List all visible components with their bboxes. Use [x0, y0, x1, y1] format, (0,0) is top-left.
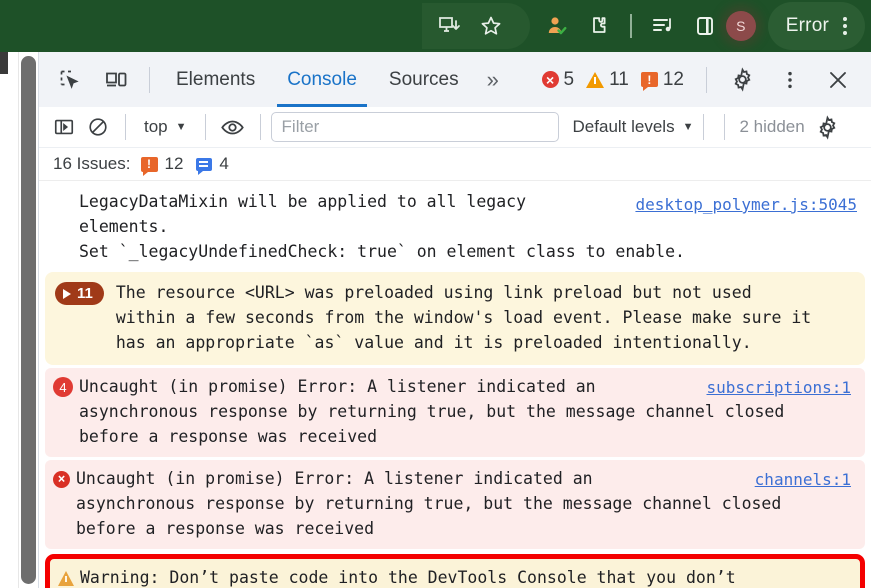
devtools-tabstrip-right: 5 11 12 — [541, 61, 871, 99]
message-line: asynchronous response by returning true,… — [76, 494, 782, 513]
inspect-element-icon[interactable] — [51, 61, 89, 99]
device-toolbar-icon[interactable] — [97, 61, 135, 99]
message-line: The resource <URL> was preloaded using l… — [115, 283, 752, 302]
group-expand-icon[interactable]: 11 — [55, 282, 104, 305]
devtools-more-options-icon[interactable] — [771, 61, 809, 99]
devtools-tabstrip: Elements Console Sources » 5 11 12 — [39, 52, 871, 107]
console-message-list[interactable]: LegacyDataMixin will be applied to all l… — [39, 181, 871, 588]
tab-console[interactable]: Console — [271, 52, 373, 107]
chevron-down-icon: ▼ — [175, 121, 187, 133]
message-line: Warning: Don’t paste code into the DevTo… — [80, 568, 736, 587]
warning-triangle-icon — [58, 571, 74, 586]
console-toolbar-divider-3 — [259, 114, 261, 140]
message-line: before a response was received — [76, 519, 375, 538]
issues-message-count: 4 — [219, 154, 229, 173]
tabstrip-right-divider — [706, 66, 707, 93]
browser-toolbar: S Error — [0, 0, 871, 52]
message-square-icon — [196, 157, 213, 175]
issues-issue-count: 12 — [164, 154, 184, 173]
avatar[interactable]: S — [725, 11, 756, 41]
page-left-edge — [0, 52, 19, 588]
group-badge-count: 11 — [77, 285, 93, 302]
issue-square-icon — [140, 156, 158, 176]
console-message-warning-group[interactable]: 11 The resource <URL> was preloaded usin… — [45, 272, 865, 365]
warning-count-chip[interactable]: 11 — [586, 69, 629, 91]
hidden-messages-label: 2 hidden — [739, 117, 805, 136]
tab-sources[interactable]: Sources — [373, 52, 475, 107]
message-line: within a few seconds from the window's l… — [115, 308, 812, 327]
execution-context-value: top — [144, 117, 168, 136]
console-toolbar: top ▼ Default levels ▼ 2 hidden — [39, 107, 871, 148]
message-line: Set `_legacyUndefinedCheck: true` on ele… — [79, 242, 685, 261]
console-toolbar-divider-2 — [204, 114, 206, 140]
extensions-puzzle-icon[interactable] — [578, 5, 620, 47]
console-settings-icon[interactable] — [811, 111, 845, 143]
warning-count: 11 — [609, 68, 629, 90]
repeat-count-badge: 4 — [53, 377, 73, 397]
issue-count: 12 — [662, 68, 684, 90]
message-line: before a response was received — [79, 427, 378, 446]
console-toolbar-divider-5 — [724, 114, 726, 140]
warning-triangle-icon — [586, 71, 605, 88]
log-levels-label: Default levels — [572, 117, 675, 136]
page-scrollbar[interactable] — [19, 52, 38, 588]
issue-count-chip[interactable]: 12 — [640, 68, 684, 91]
error-circle-icon — [53, 471, 70, 488]
console-message-text: Warning: Don’t paste code into the DevTo… — [74, 565, 850, 588]
tab-elements[interactable]: Elements — [160, 52, 271, 107]
screenshot-root: S Error Elements Console Sources » × 5 1… — [0, 0, 871, 588]
bookmark-star-icon[interactable] — [470, 5, 512, 47]
issue-square-icon — [640, 72, 658, 91]
execution-context-selector[interactable]: top ▼ — [136, 113, 195, 141]
error-count: 5 — [563, 68, 575, 90]
chevron-down-icon: ▼ — [682, 121, 694, 133]
devtools-tabs: Elements Console Sources » — [160, 52, 509, 107]
scrollbar-thumb[interactable] — [21, 56, 36, 584]
log-levels-selector[interactable]: Default levels ▼ — [573, 117, 694, 137]
message-line: elements. — [79, 217, 169, 236]
install-app-icon[interactable] — [428, 5, 470, 47]
message-line: has an appropriate `as` value and it is … — [115, 333, 752, 352]
live-expression-icon[interactable] — [216, 111, 250, 143]
source-link[interactable]: channels:1 — [755, 467, 851, 492]
console-message-error[interactable]: 4 Uncaught (in promise) Error: A listene… — [45, 368, 865, 457]
console-message-error[interactable]: Uncaught (in promise) Error: A listener … — [45, 460, 865, 549]
devtools-panel: Elements Console Sources » 5 11 12 — [38, 52, 871, 588]
issues-bar[interactable]: 16 Issues: 12 4 — [39, 148, 871, 181]
issues-label: 16 Issues: — [53, 154, 131, 173]
error-pill[interactable]: Error — [767, 2, 865, 50]
more-tabs-icon[interactable]: » — [475, 67, 509, 93]
error-pill-label: Error — [785, 15, 829, 36]
console-sidebar-icon[interactable] — [47, 111, 81, 143]
browser-toolbar-right-group: S — [530, 3, 762, 49]
console-message-text: The resource <URL> was preloaded using l… — [104, 280, 855, 355]
close-devtools-icon[interactable] — [819, 61, 857, 99]
filter-input[interactable] — [270, 112, 559, 142]
source-link[interactable]: subscriptions:1 — [707, 375, 852, 400]
more-options-icon[interactable] — [835, 17, 855, 35]
console-toolbar-divider-4 — [703, 114, 705, 140]
console-message-paste-warning[interactable]: Warning: Don’t paste code into the DevTo… — [45, 554, 865, 588]
message-line: Uncaught (in promise) Error: A listener … — [76, 469, 593, 488]
error-circle-icon — [541, 71, 559, 88]
profile-verified-icon[interactable] — [536, 5, 578, 47]
error-count-chip[interactable]: 5 — [541, 68, 575, 91]
settings-gear-icon[interactable] — [723, 61, 761, 99]
side-panel-icon[interactable] — [684, 5, 726, 47]
toolbar-divider — [629, 14, 632, 38]
console-toolbar-divider-1 — [125, 114, 126, 140]
message-line: asynchronous response by returning true,… — [79, 402, 785, 421]
clear-console-icon[interactable] — [81, 111, 115, 143]
media-playlist-icon[interactable] — [642, 5, 684, 47]
console-message-text: Uncaught (in promise) Error: A listener … — [70, 466, 855, 541]
browser-toolbar-left-group — [421, 3, 530, 49]
expand-triangle-icon — [63, 288, 71, 299]
source-link[interactable]: desktop_polymer.js:5045 — [635, 192, 857, 217]
tabstrip-divider — [149, 66, 150, 93]
console-message-log[interactable]: LegacyDataMixin will be applied to all l… — [39, 185, 871, 269]
window-edge-marker — [0, 52, 8, 74]
